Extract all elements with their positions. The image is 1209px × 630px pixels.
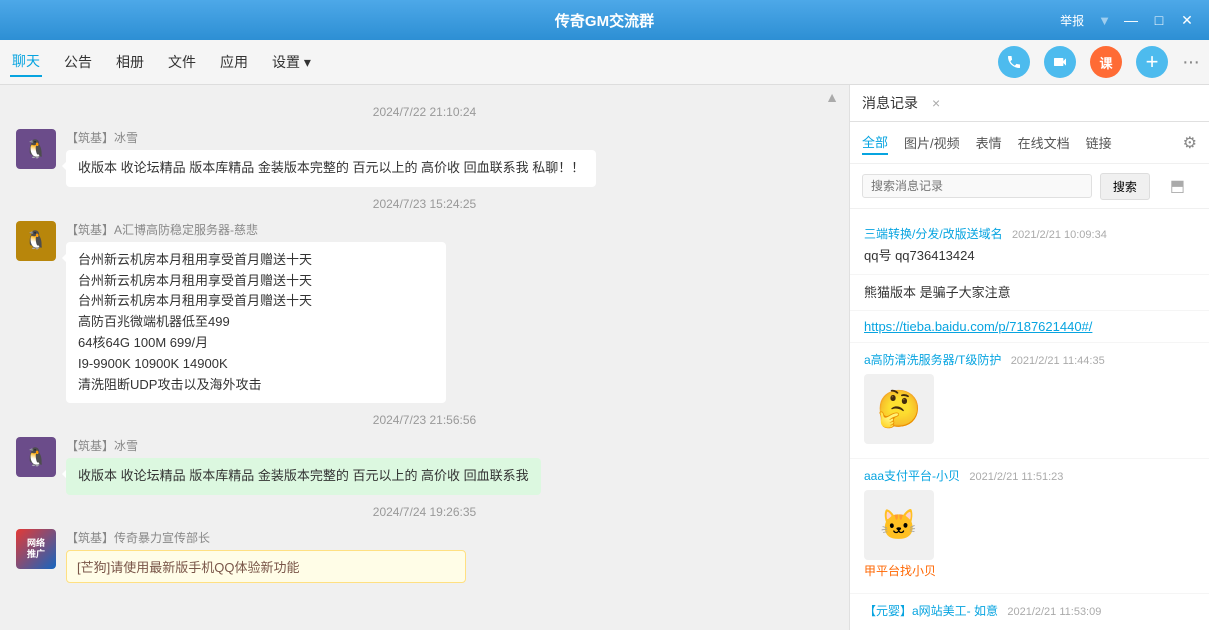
record-item-6: 【元婴】a网站美工- 如意 2021/2/21 11:53:09 (850, 594, 1209, 630)
message-content-4: 【筑基】传奇暴力宣传部长 [芒狗]请使用最新版手机QQ体验新功能 (66, 529, 833, 583)
record-text-1: qq号 qq736413424 (864, 246, 1195, 266)
message-group-1: 🐧 【筑基】冰雪 收版本 收论坛精品 版本库精品 金装版本完整的 百元以上的 高… (16, 129, 833, 187)
record-item-2: 熊猫版本 是骗子大家注意 (850, 275, 1209, 312)
filter-icon[interactable]: ⚙ (1183, 133, 1197, 153)
search-btn[interactable]: 搜索 (1100, 173, 1150, 200)
filter-tab-link[interactable]: 链接 (1086, 131, 1112, 154)
video-call-btn[interactable] (1044, 46, 1076, 78)
sender-name-4: 【筑基】传奇暴力宣传部长 (66, 529, 833, 546)
record-sender-1: 三端转换/分发/改版送域名 2021/2/21 10:09:34 (864, 225, 1195, 242)
panel-close-btn[interactable]: × (932, 95, 940, 111)
records-list[interactable]: 三端转换/分发/改版送域名 2021/2/21 10:09:34 qq号 qq7… (850, 209, 1209, 630)
timestamp-4: 2024/7/24 19:26:35 (0, 505, 849, 519)
chat-area[interactable]: ▲ 2024/7/22 21:10:24 🐧 【筑基】冰雪 收版本 收论坛精品 … (0, 85, 849, 630)
timestamp-3: 2024/7/23 21:56:56 (0, 413, 849, 427)
message-content-1: 【筑基】冰雪 收版本 收论坛精品 版本库精品 金装版本完整的 百元以上的 高价收… (66, 129, 833, 187)
record-item-3: https://tieba.baidu.com/p/7187621440#/ (850, 311, 1209, 343)
more-btn[interactable]: ··· (1182, 51, 1199, 74)
bubble-4: [芒狗]请使用最新版手机QQ体验新功能 (66, 550, 466, 583)
record-item-1: 三端转换/分发/改版送域名 2021/2/21 10:09:34 qq号 qq7… (850, 217, 1209, 275)
record-emoji-5: 🐱 甲平台找小贝 (864, 490, 1195, 579)
sender-name-2: 【筑基】A汇博高防稳定服务器-慈悲 (66, 221, 833, 238)
nav-item-file[interactable]: 文件 (166, 48, 198, 76)
nav-item-app[interactable]: 应用 (218, 48, 250, 76)
record-text-2: 熊猫版本 是骗子大家注意 (864, 283, 1195, 303)
nav-item-album[interactable]: 相册 (114, 48, 146, 76)
nav-item-settings[interactable]: 设置 ▾ (270, 48, 313, 76)
record-emoji-4: 🤔 (864, 374, 1195, 444)
record-link-1[interactable]: https://tieba.baidu.com/p/7187621440#/ (864, 319, 1092, 334)
record-sender-4: a高防清洗服务器/T级防护 2021/2/21 11:44:35 (864, 351, 1195, 368)
record-item-4: a高防清洗服务器/T级防护 2021/2/21 11:44:35 🤔 (850, 343, 1209, 459)
sender-name-1: 【筑基】冰雪 (66, 129, 833, 146)
main-layout: ▲ 2024/7/22 21:10:24 🐧 【筑基】冰雪 收版本 收论坛精品 … (0, 85, 1209, 630)
bubble-2: 台州新云机房本月租用享受首月赠送十天 台州新云机房本月租用享受首月赠送十天 台州… (66, 242, 446, 404)
nav-left: 聊天 公告 相册 文件 应用 设置 ▾ (10, 47, 313, 77)
add-btn[interactable]: + (1136, 46, 1168, 78)
minimize-btn[interactable]: — (1119, 8, 1143, 32)
record-item-5: aaa支付平台-小贝 2021/2/21 11:51:23 🐱 甲平台找小贝 (850, 459, 1209, 594)
nav-item-chat[interactable]: 聊天 (10, 47, 42, 77)
bubble-1: 收版本 收论坛精品 版本库精品 金装版本完整的 百元以上的 高价收 回血联系我 … (66, 150, 596, 187)
message-content-2: 【筑基】A汇博高防稳定服务器-慈悲 台州新云机房本月租用享受首月赠送十天 台州新… (66, 221, 833, 404)
panel-title: 消息记录 (862, 93, 918, 113)
avatar-3: 🐧 (16, 437, 56, 477)
filter-tabs: 全部 图片/视频 表情 在线文档 链接 ⚙ (850, 122, 1209, 164)
filter-tab-media[interactable]: 图片/视频 (904, 131, 960, 154)
nav-bar: 聊天 公告 相册 文件 应用 设置 ▾ 课 + ··· (0, 40, 1209, 85)
window-controls: — □ ✕ (1119, 8, 1199, 32)
sticker-caption: 甲平台找小贝 (864, 562, 1195, 579)
filter-tab-doc[interactable]: 在线文档 (1018, 131, 1070, 154)
filter-tab-emoji[interactable]: 表情 (976, 131, 1002, 154)
record-sender-5: aaa支付平台-小贝 2021/2/21 11:51:23 (864, 467, 1195, 484)
search-input[interactable] (862, 174, 1092, 198)
record-sender-6: 【元婴】a网站美工- 如意 2021/2/21 11:53:09 (864, 602, 1195, 619)
emoji-sticker-2: 🐱 (864, 490, 934, 560)
title-bar-right: 举报 ▼ — □ ✕ (1054, 8, 1199, 32)
nav-item-notice[interactable]: 公告 (62, 48, 94, 76)
message-content-3: 【筑基】冰雪 收版本 收论坛精品 版本库精品 金装版本完整的 百元以上的 高价收… (66, 437, 833, 495)
avatar-1: 🐧 (16, 129, 56, 169)
sender-name-3: 【筑基】冰雪 (66, 437, 833, 454)
timestamp-1: 2024/7/22 21:10:24 (0, 105, 849, 119)
close-btn[interactable]: ✕ (1175, 8, 1199, 32)
panel-header: 消息记录 × (850, 85, 1209, 122)
emoji-sticker-1: 🤔 (864, 374, 934, 444)
message-group-2: 🐧 【筑基】A汇博高防稳定服务器-慈悲 台州新云机房本月租用享受首月赠送十天 台… (16, 221, 833, 404)
message-group-3: 🐧 【筑基】冰雪 收版本 收论坛精品 版本库精品 金装版本完整的 百元以上的 高… (16, 437, 833, 495)
export-btn[interactable]: ⬒ (1158, 172, 1197, 200)
filter-tab-all[interactable]: 全部 (862, 130, 888, 155)
title-bar: 传奇GM交流群 举报 ▼ — □ ✕ (0, 0, 1209, 40)
right-panel: 消息记录 × 全部 图片/视频 表情 在线文档 链接 ⚙ 搜索 ⬒ 三端转换/分… (849, 85, 1209, 630)
class-btn[interactable]: 课 (1090, 46, 1122, 78)
phone-call-btn[interactable] (998, 46, 1030, 78)
nav-right: 课 + ··· (998, 46, 1199, 78)
avatar-4: 网络推广 (16, 529, 56, 569)
window-title: 传奇GM交流群 (555, 10, 654, 31)
collapse-btn[interactable]: ▲ (825, 89, 839, 105)
maximize-btn[interactable]: □ (1147, 8, 1171, 32)
timestamp-2: 2024/7/23 15:24:25 (0, 197, 849, 211)
bubble-3: 收版本 收论坛精品 版本库精品 金装版本完整的 百元以上的 高价收 回血联系我 (66, 458, 541, 495)
search-bar: 搜索 ⬒ (850, 164, 1209, 209)
report-btn[interactable]: 举报 (1054, 10, 1090, 31)
avatar-2: 🐧 (16, 221, 56, 261)
message-group-4: 网络推广 【筑基】传奇暴力宣传部长 [芒狗]请使用最新版手机QQ体验新功能 (16, 529, 833, 583)
